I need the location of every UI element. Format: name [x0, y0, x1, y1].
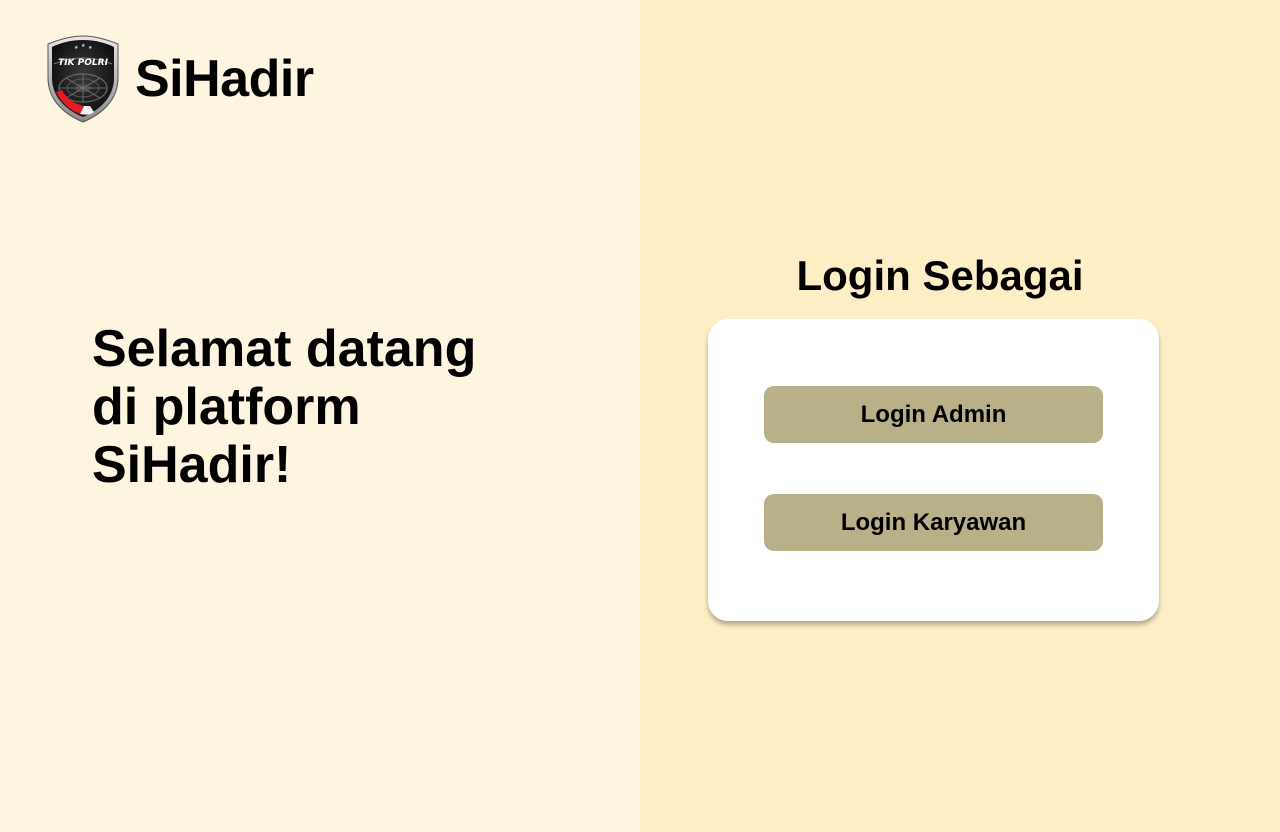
- login-title: Login Sebagai: [796, 252, 1084, 299]
- svg-text:★: ★: [74, 45, 79, 51]
- svg-text:★: ★: [81, 43, 86, 49]
- login-karyawan-button[interactable]: Login Karyawan: [764, 494, 1103, 551]
- app-name: SiHadir: [135, 50, 314, 108]
- login-admin-button[interactable]: Login Admin: [764, 386, 1103, 443]
- login-options-card: Login Admin Login Karyawan: [708, 319, 1159, 621]
- svg-text:★: ★: [88, 45, 93, 51]
- welcome-panel: ★ ★ ★ TIK POLRI SiHadir Selamat datang d…: [0, 0, 640, 832]
- welcome-heading: Selamat datang di platform SiHadir!: [92, 320, 477, 494]
- login-panel: Login Sebagai Login Admin Login Karyawan: [640, 0, 1280, 832]
- brand: ★ ★ ★ TIK POLRI SiHadir: [44, 34, 314, 124]
- tik-polri-shield-logo: ★ ★ ★ TIK POLRI: [47, 35, 119, 123]
- logo-text: TIK POLRI: [58, 58, 109, 68]
- login-page: ★ ★ ★ TIK POLRI SiHadir Selamat datang d…: [0, 0, 1280, 832]
